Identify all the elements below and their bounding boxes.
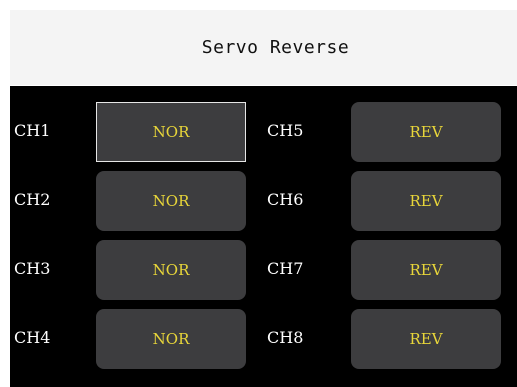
page-title: Servo Reverse xyxy=(201,37,350,58)
channel-label-ch2: CH2 xyxy=(14,190,51,209)
channel-label-ch4: CH4 xyxy=(14,328,51,347)
channel-label-ch3: CH3 xyxy=(14,259,51,278)
channel-label-ch8: CH8 xyxy=(267,328,304,347)
channel-panel: CH1 NOR CH2 NOR CH3 NOR CH4 NOR CH5 REV … xyxy=(10,86,517,387)
ch4-value: NOR xyxy=(152,330,190,348)
ch2-reverse-toggle[interactable]: NOR xyxy=(96,171,246,231)
ch3-reverse-toggle[interactable]: NOR xyxy=(96,240,246,300)
ch5-reverse-toggle[interactable]: REV xyxy=(351,102,501,162)
ch8-value: REV xyxy=(409,330,443,348)
ch6-reverse-toggle[interactable]: REV xyxy=(351,171,501,231)
ch3-value: NOR xyxy=(152,261,190,279)
channel-label-ch7: CH7 xyxy=(267,259,304,278)
ch1-reverse-toggle[interactable]: NOR xyxy=(96,102,246,162)
ch5-value: REV xyxy=(409,123,443,141)
ch8-reverse-toggle[interactable]: REV xyxy=(351,309,501,369)
channel-label-ch1: CH1 xyxy=(14,121,51,140)
ch7-value: REV xyxy=(409,261,443,279)
channel-label-ch6: CH6 xyxy=(267,190,304,209)
header-bar: Servo Reverse xyxy=(10,10,517,85)
ch7-reverse-toggle[interactable]: REV xyxy=(351,240,501,300)
ch2-value: NOR xyxy=(152,192,190,210)
ch4-reverse-toggle[interactable]: NOR xyxy=(96,309,246,369)
ch1-value: NOR xyxy=(152,123,190,141)
ch6-value: REV xyxy=(409,192,443,210)
channel-label-ch5: CH5 xyxy=(267,121,304,140)
